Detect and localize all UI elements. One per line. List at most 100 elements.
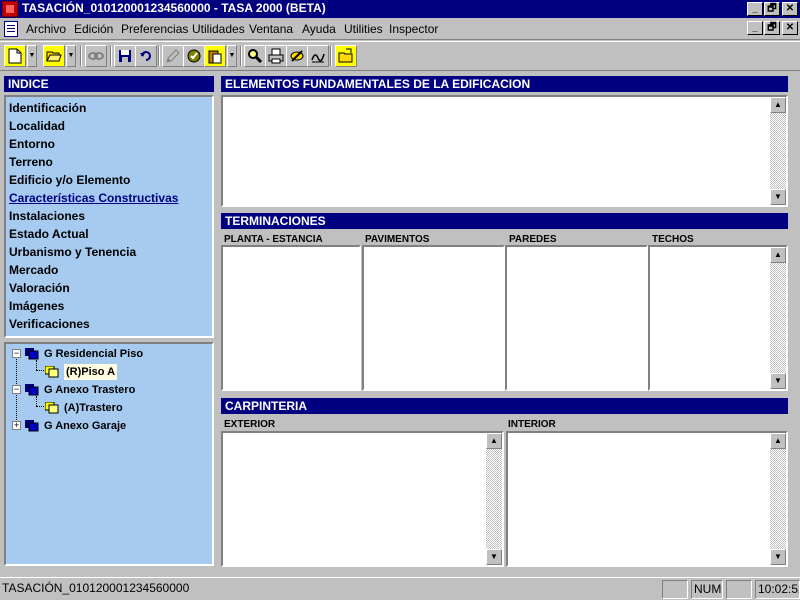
tree-collapse-toggle[interactable]: − bbox=[12, 385, 21, 394]
sidebar-item-urbanismo[interactable]: Urbanismo y Tenencia bbox=[9, 244, 136, 260]
terminaciones-header: TERMINACIONES bbox=[221, 213, 788, 229]
sidebar-item-mercado[interactable]: Mercado bbox=[9, 262, 58, 278]
open-folder-dropdown[interactable]: ▼ bbox=[66, 45, 76, 67]
tree-item-trastero[interactable]: (A)Trastero bbox=[64, 400, 123, 416]
carpinteria-header: CARPINTERIA bbox=[221, 398, 788, 414]
techos-list[interactable]: ▲ ▼ bbox=[648, 245, 788, 391]
menu-ventana[interactable]: Ventana bbox=[249, 22, 293, 36]
menu-preferencias[interactable]: Preferencias bbox=[121, 22, 188, 36]
menu-inspector[interactable]: Inspector bbox=[389, 22, 438, 36]
tree-item-piso-a[interactable]: (R)Piso A bbox=[64, 364, 118, 380]
exterior-textarea[interactable]: ▲ ▼ bbox=[221, 431, 504, 567]
menu-utilidades[interactable]: Utilidades bbox=[192, 22, 245, 36]
interior-scrollbar[interactable]: ▲ ▼ bbox=[770, 433, 786, 565]
document-menu-icon[interactable] bbox=[4, 21, 18, 37]
print-icon bbox=[268, 48, 284, 64]
tree-connector bbox=[36, 360, 37, 370]
scroll-up-button[interactable]: ▲ bbox=[770, 433, 786, 449]
search-icon bbox=[248, 49, 263, 64]
index-list: Identificación Localidad Entorno Terreno… bbox=[4, 95, 214, 338]
menu-archivo[interactable]: Archivo bbox=[26, 22, 66, 36]
toolbar-separator bbox=[80, 46, 82, 66]
scroll-up-button[interactable]: ▲ bbox=[770, 247, 786, 263]
group-node-icon bbox=[25, 384, 39, 396]
paste-button[interactable] bbox=[204, 45, 226, 67]
toolbar-separator bbox=[330, 46, 332, 66]
scroll-up-button[interactable]: ▲ bbox=[486, 433, 502, 449]
pavimentos-list[interactable] bbox=[362, 245, 505, 391]
search-button[interactable] bbox=[244, 45, 266, 67]
doc-minimize-button[interactable]: _ bbox=[747, 21, 763, 35]
tree-item-anexo-garaje[interactable]: G Anexo Garaje bbox=[44, 418, 126, 434]
minimize-button[interactable]: _ bbox=[747, 2, 763, 16]
scroll-down-button[interactable]: ▼ bbox=[770, 189, 786, 205]
group-node-icon bbox=[25, 420, 39, 432]
menu-edicion[interactable]: Edición bbox=[74, 22, 113, 36]
open-folder-button[interactable] bbox=[43, 45, 65, 67]
scroll-down-button[interactable]: ▼ bbox=[770, 549, 786, 565]
unit-node-icon bbox=[45, 402, 59, 414]
sidebar-item-terreno[interactable]: Terreno bbox=[9, 154, 53, 170]
doc-close-button[interactable]: ✕ bbox=[782, 21, 798, 35]
elementos-textarea[interactable]: ▲ ▼ bbox=[221, 95, 788, 207]
link-icon bbox=[88, 52, 104, 60]
paste-dropdown[interactable]: ▼ bbox=[227, 45, 237, 67]
save-button[interactable] bbox=[114, 45, 136, 67]
elementos-scrollbar[interactable]: ▲ ▼ bbox=[770, 97, 786, 205]
terminaciones-scrollbar[interactable]: ▲ ▼ bbox=[770, 247, 786, 389]
toolbar-separator bbox=[110, 46, 112, 66]
sidebar-item-entorno[interactable]: Entorno bbox=[9, 136, 55, 152]
restore-button[interactable]: 🗗 bbox=[764, 2, 780, 16]
menu-ayuda[interactable]: Ayuda bbox=[302, 22, 336, 36]
status-num: NUM bbox=[691, 580, 723, 599]
sidebar-item-estado-actual[interactable]: Estado Actual bbox=[9, 226, 89, 242]
scroll-down-button[interactable]: ▼ bbox=[770, 373, 786, 389]
tools-icon bbox=[290, 50, 304, 62]
sidebar-item-instalaciones[interactable]: Instalaciones bbox=[9, 208, 85, 224]
print-button[interactable] bbox=[265, 45, 287, 67]
group-node-icon bbox=[25, 348, 39, 360]
sidebar-item-localidad[interactable]: Localidad bbox=[9, 118, 65, 134]
new-document-button[interactable] bbox=[4, 45, 26, 67]
app-icon[interactable] bbox=[2, 1, 18, 17]
signature-button[interactable] bbox=[307, 45, 329, 67]
close-button[interactable]: ✕ bbox=[782, 2, 798, 16]
tree-connector bbox=[36, 396, 37, 406]
column-planta-estancia: PLANTA - ESTANCIA bbox=[224, 234, 323, 245]
tools-button[interactable] bbox=[286, 45, 308, 67]
status-scroll bbox=[726, 580, 752, 599]
sidebar-item-valoracion[interactable]: Valoración bbox=[9, 280, 70, 296]
paredes-list[interactable] bbox=[505, 245, 648, 391]
interior-textarea[interactable]: ▲ ▼ bbox=[506, 431, 788, 567]
menu-bar: Archivo Edición Preferencias Utilidades … bbox=[0, 18, 800, 40]
tree-collapse-toggle[interactable]: − bbox=[12, 349, 21, 358]
check-button[interactable] bbox=[183, 45, 205, 67]
planta-estancia-list[interactable] bbox=[221, 245, 361, 391]
title-bar[interactable]: TASACIÓN_010120001234560000 - TASA 2000 … bbox=[0, 0, 800, 18]
link-button[interactable] bbox=[85, 45, 107, 67]
doc-restore-button[interactable]: 🗗 bbox=[764, 21, 780, 35]
tree-item-residencial-piso[interactable]: G Residencial Piso bbox=[44, 346, 143, 362]
edit-button[interactable] bbox=[162, 45, 184, 67]
index-header: INDICE bbox=[4, 76, 214, 92]
scroll-up-button[interactable]: ▲ bbox=[770, 97, 786, 113]
save-icon bbox=[119, 50, 131, 62]
toolbar: ▼ ▼ ▼ bbox=[0, 41, 800, 71]
tree-item-anexo-trastero[interactable]: G Anexo Trastero bbox=[44, 382, 135, 398]
sidebar-item-identificacion[interactable]: Identificación bbox=[9, 100, 86, 116]
scroll-down-button[interactable]: ▼ bbox=[486, 549, 502, 565]
menu-utilities[interactable]: Utilities bbox=[344, 22, 383, 36]
toolbar-separator bbox=[158, 46, 160, 66]
open-file-button[interactable] bbox=[335, 45, 357, 67]
sidebar-item-verificaciones[interactable]: Verificaciones bbox=[9, 316, 90, 332]
sidebar-item-edificio[interactable]: Edificio y/o Elemento bbox=[9, 172, 130, 188]
new-document-dropdown[interactable]: ▼ bbox=[27, 45, 37, 67]
tree-expand-toggle[interactable]: + bbox=[12, 421, 21, 430]
exterior-scrollbar[interactable]: ▲ ▼ bbox=[486, 433, 502, 565]
new-document-icon bbox=[8, 48, 22, 64]
column-exterior: EXTERIOR bbox=[224, 419, 276, 430]
status-clock: 10:02:52 bbox=[755, 580, 800, 599]
undo-button[interactable] bbox=[135, 45, 157, 67]
sidebar-item-caracteristicas[interactable]: Características Constructivas bbox=[9, 190, 178, 206]
sidebar-item-imagenes[interactable]: Imágenes bbox=[9, 298, 64, 314]
